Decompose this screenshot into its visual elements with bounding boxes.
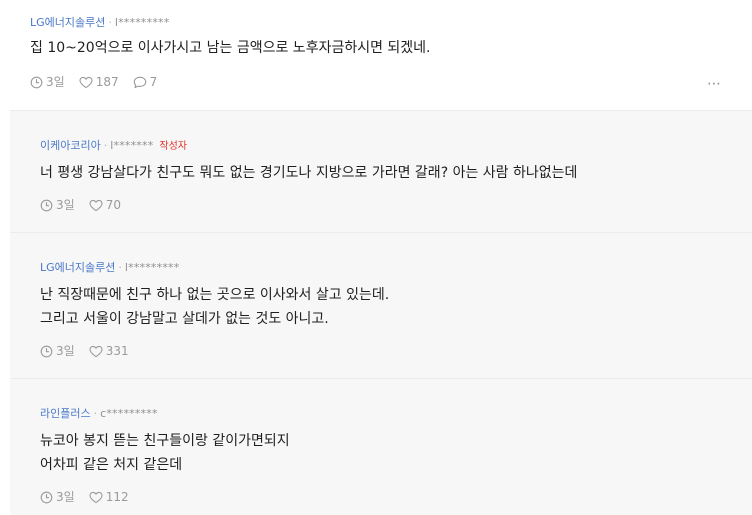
reply-meta: 라인플러스 · c********* — [40, 407, 158, 421]
reply-stats: 3일 331 — [40, 343, 129, 359]
separator-dot: · — [108, 16, 112, 29]
like-count: 331 — [105, 344, 129, 358]
username[interactable]: c********* — [100, 407, 158, 420]
like-button[interactable]: 70 — [89, 197, 121, 213]
like-button[interactable]: 112 — [89, 489, 129, 505]
time-label: 3일 — [56, 490, 75, 504]
comment-body: 집 10~20억으로 이사가시고 남는 금액으로 노후자금하시면 되겠네. — [30, 36, 431, 60]
reply-item: LG에너지솔루션 · l********* 난 직장때문에 친구 하나 없는 곳으로… — [10, 232, 752, 378]
reply-count: 7 — [149, 75, 158, 89]
time-stat: 3일 — [40, 343, 75, 359]
username[interactable]: l******* — [110, 139, 153, 152]
reply-body: 난 직장때문에 친구 하나 없는 곳으로 이사와서 살고 있는데. 그리고 서울… — [40, 283, 389, 331]
reply-stats: 3일 112 — [40, 489, 129, 505]
separator-dot: · — [93, 407, 98, 420]
reply-button[interactable]: 7 — [133, 74, 158, 90]
clock-icon — [40, 345, 53, 357]
reply-item: 이케아코리아 · l******* 작성자 너 평생 강남살다가 친구도 뭐도 없는 … — [10, 110, 752, 232]
reply-line: 그리고 서울이 강남말고 살데가 없는 것도 아니고. — [40, 311, 329, 327]
reply-body: 뉴코아 봉지 뜯는 친구들이랑 같이가면되지 어차피 같은 처지 같은데 — [40, 429, 290, 477]
company-name[interactable]: 라인플러스 — [40, 407, 91, 420]
heart-icon — [79, 76, 93, 88]
time-label: 3일 — [56, 198, 75, 212]
clock-icon — [40, 491, 53, 503]
like-count: 70 — [105, 198, 121, 212]
heart-icon — [89, 199, 103, 211]
company-name[interactable]: 이케아코리아 — [40, 139, 101, 152]
reply-meta: LG에너지솔루션 · l********* — [40, 261, 179, 275]
reply-item: 라인플러스 · c********* 뉴코아 봉지 뜯는 친구들이랑 같이가면되지 … — [10, 378, 752, 515]
time-stat: 3일 — [40, 197, 75, 213]
comment-line: 집 10~20억으로 이사가시고 남는 금액으로 노후자금하시면 되겠네. — [30, 40, 431, 56]
like-button[interactable]: 331 — [89, 343, 129, 359]
reply-meta: 이케아코리아 · l******* 작성자 — [40, 139, 187, 154]
reply-stats: 3일 70 — [40, 197, 121, 213]
reply-line: 어차피 같은 처지 같은데 — [40, 457, 183, 473]
more-dots-icon[interactable]: ⋯ — [707, 76, 722, 92]
time-label: 3일 — [46, 75, 65, 89]
company-name[interactable]: LG에너지솔루션 — [30, 16, 105, 29]
comment: LG에너지솔루션 · l********* 집 10~20억으로 이사가시고 남는 … — [0, 0, 752, 110]
comment-thread: LG에너지솔루션 · l********* 집 10~20억으로 이사가시고 남는 … — [0, 0, 752, 515]
like-button[interactable]: 187 — [79, 74, 119, 90]
username[interactable]: l********* — [115, 16, 170, 29]
speech-bubble-icon — [133, 76, 146, 88]
like-count: 112 — [105, 490, 129, 504]
heart-icon — [89, 491, 103, 503]
time-stat: 3일 — [40, 489, 75, 505]
time-stat: 3일 — [30, 74, 65, 90]
reply-line: 난 직장때문에 친구 하나 없는 곳으로 이사와서 살고 있는데. — [40, 287, 390, 303]
comment-meta: LG에너지솔루션 · l********* — [30, 16, 169, 30]
separator-dot: · — [103, 139, 108, 152]
reply-line: 너 평생 강남살다가 친구도 뭐도 없는 경기도나 지방으로 가라면 갈래? 아… — [40, 165, 578, 181]
heart-icon — [89, 345, 103, 357]
username[interactable]: l********* — [125, 261, 180, 274]
separator-dot: · — [118, 261, 122, 274]
reply-line: 뉴코아 봉지 뜯는 친구들이랑 같이가면되지 — [40, 433, 290, 449]
time-label: 3일 — [56, 344, 75, 358]
clock-icon — [30, 76, 43, 88]
author-badge: 작성자 — [159, 141, 187, 152]
clock-icon — [40, 199, 53, 211]
like-count: 187 — [95, 75, 119, 89]
comment-stats: 3일 187 7 — [30, 74, 157, 90]
reply-body: 너 평생 강남살다가 친구도 뭐도 없는 경기도나 지방으로 가라면 갈래? 아… — [40, 161, 577, 185]
company-name[interactable]: LG에너지솔루션 — [40, 261, 115, 274]
